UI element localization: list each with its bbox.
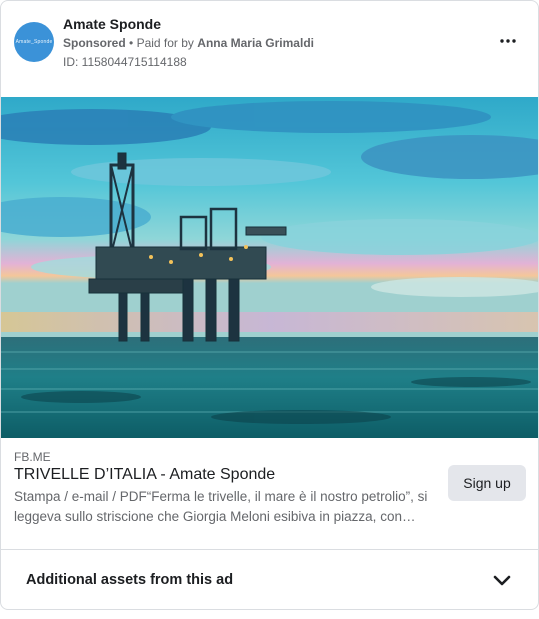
- sponsored-line: Sponsored • Paid for by Anna Maria Grima…: [63, 36, 314, 50]
- avatar-logo-text: Amate_Sponde: [15, 39, 53, 45]
- ad-header: Amate_Sponde Amate Sponde Sponsored • Pa…: [1, 1, 538, 97]
- payer-name: Anna Maria Grimaldi: [197, 36, 314, 50]
- more-options-icon: [500, 39, 516, 43]
- ad-image-oil-platform[interactable]: [1, 97, 539, 438]
- ad-id: ID: 1158044715114188: [63, 55, 187, 69]
- sign-up-button[interactable]: Sign up: [448, 465, 526, 501]
- advertiser-name[interactable]: Amate Sponde: [63, 16, 161, 32]
- separator-dot: •: [129, 36, 134, 50]
- link-description: Stampa / e-mail / PDF“Ferma le trivelle,…: [14, 489, 428, 524]
- additional-assets-label: Additional assets from this ad: [26, 572, 234, 588]
- link-headline[interactable]: TRIVELLE D’ITALIA - Amate Sponde: [14, 466, 275, 484]
- advertiser-avatar[interactable]: Amate_Sponde: [14, 22, 54, 62]
- link-preview[interactable]: FB.ME TRIVELLE D’ITALIA - Amate Sponde S…: [1, 438, 538, 549]
- link-domain: FB.ME: [14, 450, 51, 464]
- more-options-button[interactable]: [496, 29, 520, 53]
- paid-for-prefix: Paid for by: [136, 36, 194, 50]
- sponsored-label: Sponsored: [63, 36, 126, 50]
- ad-card: Amate_Sponde Amate Sponde Sponsored • Pa…: [0, 0, 539, 610]
- additional-assets-toggle[interactable]: Additional assets from this ad: [1, 550, 538, 609]
- chevron-down-icon: [493, 575, 511, 586]
